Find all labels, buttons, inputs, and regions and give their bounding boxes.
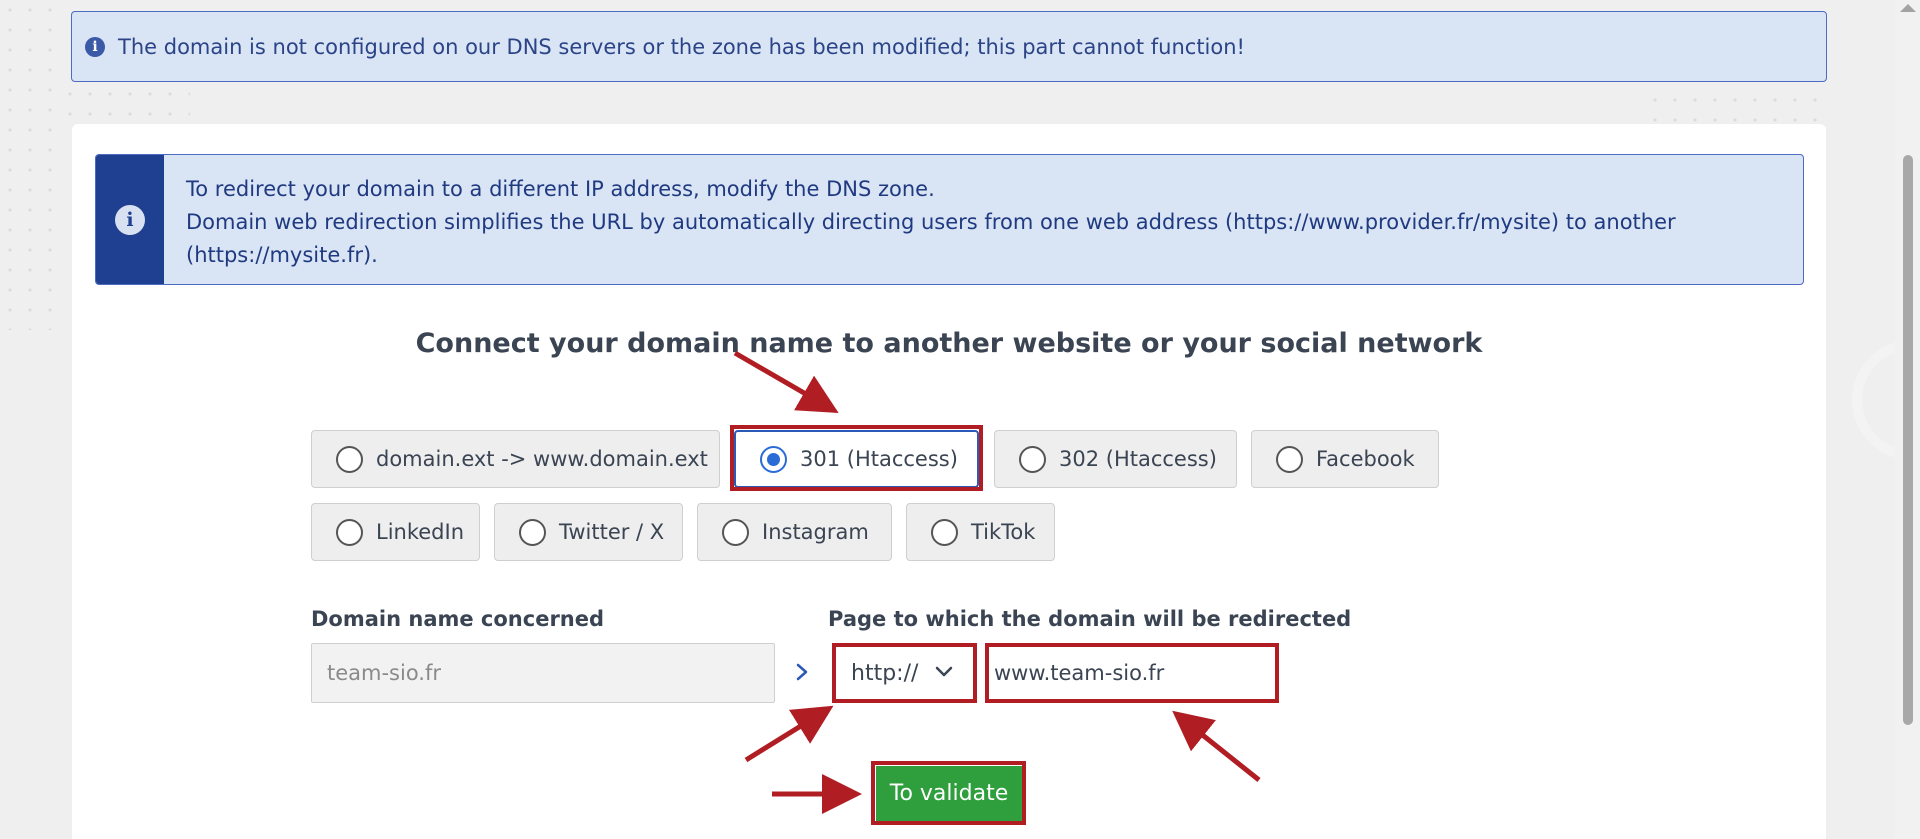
option-instagram[interactable]: Instagram xyxy=(697,503,892,561)
target-field-label: Page to which the domain will be redirec… xyxy=(828,607,1352,631)
radio-button[interactable] xyxy=(722,518,749,546)
radio-button[interactable] xyxy=(1019,445,1046,473)
scroll-up-arrow[interactable] xyxy=(1900,4,1916,12)
option-domain-to-www[interactable]: domain.ext -> www.domain.ext xyxy=(311,430,720,488)
option-label: TikTok xyxy=(971,520,1036,544)
protocol-value: http:// xyxy=(851,660,919,686)
dns-warning-alert: i The domain is not configured on our DN… xyxy=(71,11,1827,82)
radio-button[interactable] xyxy=(1276,445,1303,473)
chevron-down-icon xyxy=(935,666,953,677)
option-label: domain.ext -> www.domain.ext xyxy=(376,447,708,471)
option-label: Instagram xyxy=(762,520,869,544)
option-302-htaccess[interactable]: 302 (Htaccess) xyxy=(994,430,1237,488)
info-text: To redirect your domain to a different I… xyxy=(164,155,1676,284)
background-dots-right xyxy=(1645,90,1825,124)
info-line: To redirect your domain to a different I… xyxy=(186,177,935,201)
radio-button[interactable] xyxy=(336,518,363,546)
option-twitter-x[interactable]: Twitter / X xyxy=(494,503,683,561)
radio-button[interactable] xyxy=(931,518,958,546)
option-linkedin[interactable]: LinkedIn xyxy=(311,503,480,561)
validate-button[interactable]: To validate xyxy=(876,766,1022,821)
option-facebook[interactable]: Facebook xyxy=(1251,430,1439,488)
info-icon: i xyxy=(115,204,145,235)
redirection-info-box: i To redirect your domain to a different… xyxy=(95,154,1804,285)
option-label: 301 (Htaccess) xyxy=(800,447,958,471)
radio-button-selected[interactable] xyxy=(760,445,787,473)
option-label: 302 (Htaccess) xyxy=(1059,447,1217,471)
option-label: Facebook xyxy=(1316,447,1415,471)
radio-button[interactable] xyxy=(519,518,546,546)
background-dots-left xyxy=(0,0,60,330)
scrollbar-thumb[interactable] xyxy=(1903,155,1913,725)
info-band: i xyxy=(96,155,164,284)
domain-name-input[interactable] xyxy=(311,643,775,703)
protocol-select[interactable]: http:// xyxy=(836,647,973,699)
chevron-right-icon xyxy=(796,663,808,681)
option-301-htaccess[interactable]: 301 (Htaccess) xyxy=(734,430,979,488)
radio-button[interactable] xyxy=(336,445,363,473)
page-heading: Connect your domain name to another webs… xyxy=(415,328,1483,359)
option-label: Twitter / X xyxy=(559,520,665,544)
option-label: LinkedIn xyxy=(376,520,465,544)
domain-field-label: Domain name concerned xyxy=(311,607,605,631)
option-tiktok[interactable]: TikTok xyxy=(906,503,1055,561)
info-line: Domain web redirection simplifies the UR… xyxy=(186,210,1676,234)
redirect-url-input[interactable] xyxy=(989,647,1275,699)
info-line: (https://mysite.fr). xyxy=(186,243,378,267)
alert-text: The domain is not configured on our DNS … xyxy=(118,34,1245,59)
info-icon: i xyxy=(85,36,105,57)
background-dots-top xyxy=(60,84,190,120)
